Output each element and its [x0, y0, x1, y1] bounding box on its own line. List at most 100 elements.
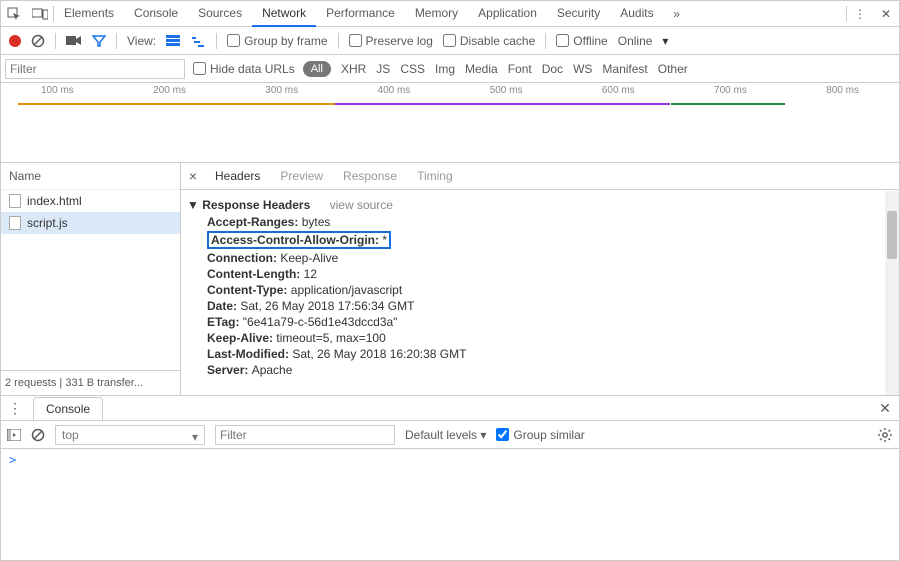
separator — [545, 33, 546, 49]
log-levels-dropdown[interactable]: Default levels ▾ — [405, 428, 486, 442]
console-filter-input[interactable] — [215, 425, 395, 445]
scrollbar[interactable] — [885, 191, 899, 395]
group-similar-checkbox[interactable]: Group similar — [496, 428, 584, 442]
disable-cache-checkbox[interactable]: Disable cache — [443, 34, 535, 48]
request-list: Name index.htmlscript.js 2 requests | 33… — [1, 163, 181, 395]
header-line: Connection: Keep-Alive — [187, 250, 899, 266]
tick-label: 800 ms — [826, 85, 859, 96]
console-tab[interactable]: Console — [33, 397, 103, 420]
more-tabs-icon[interactable]: » — [664, 1, 690, 27]
separator — [216, 33, 217, 49]
header-line: Date: Sat, 26 May 2018 17:56:34 GMT — [187, 298, 899, 314]
offline-checkbox[interactable]: Offline — [556, 34, 607, 48]
filter-type-css[interactable]: CSS — [400, 62, 425, 76]
tick-label: 300 ms — [265, 85, 298, 96]
filter-type-img[interactable]: Img — [435, 62, 455, 76]
response-headers-section[interactable]: ▼ Response Headers view source — [187, 196, 899, 214]
inspect-icon[interactable] — [1, 1, 27, 27]
tab-memory[interactable]: Memory — [405, 1, 468, 27]
main-tabbar: ElementsConsoleSourcesNetworkPerformance… — [1, 1, 899, 27]
settings-icon[interactable] — [877, 427, 893, 443]
tab-audits[interactable]: Audits — [610, 1, 663, 27]
header-line: Accept-Ranges: bytes — [187, 214, 899, 230]
close-detail-button[interactable]: × — [181, 168, 205, 184]
filter-type-js[interactable]: JS — [376, 62, 390, 76]
drawer-menu-icon[interactable]: ⋮ — [1, 400, 29, 417]
tick-label: 200 ms — [153, 85, 186, 96]
separator — [338, 33, 339, 49]
filter-type-ws[interactable]: WS — [573, 62, 592, 76]
header-line: Content-Length: 12 — [187, 266, 899, 282]
filter-type-manifest[interactable]: Manifest — [602, 62, 647, 76]
overview-icon[interactable] — [190, 35, 206, 47]
filter-icon[interactable] — [92, 34, 106, 48]
network-toolbar: View: Group by frame Preserve log Disabl… — [1, 27, 899, 55]
filter-type-xhr[interactable]: XHR — [341, 62, 366, 76]
detail-tab-response[interactable]: Response — [333, 163, 407, 189]
console-body[interactable]: > — [1, 449, 899, 471]
tab-security[interactable]: Security — [547, 1, 610, 27]
detail-tab-preview[interactable]: Preview — [270, 163, 333, 189]
tab-elements[interactable]: Elements — [54, 1, 124, 27]
large-rows-icon[interactable] — [166, 35, 180, 47]
filter-bar: Hide data URLs All XHR JS CSS Img Media Font Do… — [1, 55, 899, 83]
hide-data-urls-checkbox[interactable]: Hide data URLs — [193, 62, 295, 76]
tick-label: 400 ms — [378, 85, 411, 96]
record-button[interactable] — [9, 35, 21, 47]
filter-type-media[interactable]: Media — [465, 62, 498, 76]
group-by-frame-checkbox[interactable]: Group by frame — [227, 34, 327, 48]
online-label: Online — [618, 34, 653, 48]
drawer-close-icon[interactable]: ✕ — [871, 400, 899, 417]
console-prompt: > — [9, 453, 16, 467]
clear-console-icon[interactable] — [31, 428, 45, 442]
request-row[interactable]: script.js — [1, 212, 180, 234]
header-line: Content-Type: application/javascript — [187, 282, 899, 298]
separator — [116, 33, 117, 49]
header-line: Server: Apache — [187, 362, 899, 378]
detail-tabs: × HeadersPreviewResponseTiming — [181, 163, 899, 190]
request-name: script.js — [27, 216, 68, 230]
filter-type-font[interactable]: Font — [508, 62, 532, 76]
tick-label: 500 ms — [490, 85, 523, 96]
camera-icon[interactable] — [66, 35, 82, 47]
context-selector[interactable]: top▾ — [55, 425, 205, 445]
file-icon — [9, 194, 21, 208]
tab-sources[interactable]: Sources — [188, 1, 252, 27]
tick-label: 600 ms — [602, 85, 635, 96]
clear-icon[interactable] — [31, 34, 45, 48]
tab-console[interactable]: Console — [124, 1, 188, 27]
timeline-bar — [18, 103, 336, 105]
timeline-overview[interactable]: 100 ms 200 ms 300 ms 400 ms 500 ms 600 ms 700 … — [1, 83, 899, 163]
tab-performance[interactable]: Performance — [316, 1, 405, 27]
header-line: Keep-Alive: timeout=5, max=100 — [187, 330, 899, 346]
request-detail: × HeadersPreviewResponseTiming ▼ Respons… — [181, 163, 899, 395]
tick-label: 700 ms — [714, 85, 747, 96]
timeline-bar — [671, 103, 786, 105]
main-panel: Name index.htmlscript.js 2 requests | 33… — [1, 163, 899, 395]
tab-network[interactable]: Network — [252, 1, 316, 27]
menu-icon[interactable]: ⋮ — [847, 1, 873, 27]
header-line: Last-Modified: Sat, 26 May 2018 16:20:38… — [187, 346, 899, 362]
separator — [55, 33, 56, 49]
filter-input[interactable] — [5, 59, 185, 79]
close-icon[interactable]: ✕ — [873, 1, 899, 27]
name-column-header[interactable]: Name — [1, 163, 180, 190]
chevron-down-icon: ▾ — [192, 430, 198, 444]
device-icon[interactable] — [27, 1, 53, 27]
view-source-link[interactable]: view source — [330, 198, 393, 212]
detail-tab-timing[interactable]: Timing — [407, 163, 463, 189]
headers-panel: ▼ Response Headers view source Accept-Ra… — [181, 190, 899, 395]
preserve-log-checkbox[interactable]: Preserve log — [349, 34, 433, 48]
filter-type-other[interactable]: Other — [658, 62, 688, 76]
header-line: Access-Control-Allow-Origin: * — [187, 230, 899, 250]
filter-type-doc[interactable]: Doc — [542, 62, 563, 76]
drawer-tabbar: ⋮ Console ✕ — [1, 395, 899, 421]
console-sidebar-icon[interactable] — [7, 429, 21, 441]
tick-label: 100 ms — [41, 85, 74, 96]
filter-type-all[interactable]: All — [303, 61, 331, 77]
header-line: ETag: "6e41a79-c-56d1e43dccd3a" — [187, 314, 899, 330]
tab-application[interactable]: Application — [468, 1, 547, 27]
request-row[interactable]: index.html — [1, 190, 180, 212]
throttling-dropdown-icon[interactable]: ▾ — [662, 34, 668, 48]
detail-tab-headers[interactable]: Headers — [205, 163, 270, 189]
